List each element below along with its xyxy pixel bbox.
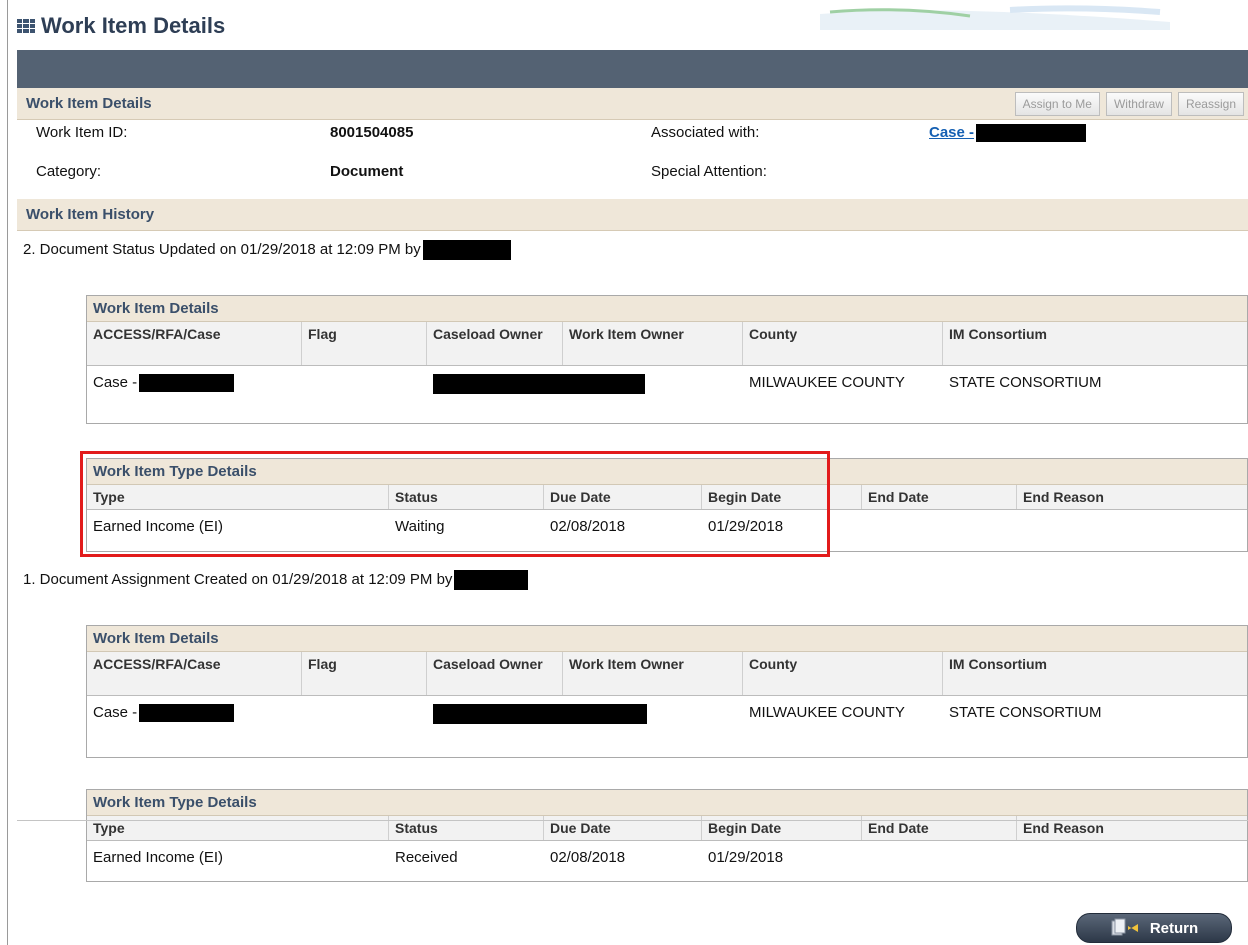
column-header: Flag — [302, 322, 427, 365]
consortium-cell: STATE CONSORTIUM — [949, 704, 1102, 721]
status-cell: Received — [395, 849, 458, 866]
end-date-cell — [862, 514, 1017, 539]
begin-date-cell: 01/29/2018 — [708, 849, 784, 866]
history-entry-line: 2. Document Status Updated on 01/29/2018… — [23, 240, 511, 260]
header-bar — [17, 50, 1248, 88]
return-button-label: Return — [1149, 919, 1199, 937]
table-header-row: ACCESS/RFA/Case Flag Caseload Owner Work… — [87, 652, 1247, 696]
type-cell: Earned Income (EI) — [93, 518, 224, 535]
column-header: ACCESS/RFA/Case — [87, 322, 302, 365]
consortium-cell: STATE CONSORTIUM — [949, 374, 1102, 391]
details-section-header: Work Item Details Assign to Me Withdraw … — [17, 88, 1248, 120]
content-divider — [17, 820, 1248, 821]
header-decoration — [820, 5, 1170, 30]
work-item-id-label: Work Item ID: — [36, 124, 128, 141]
table-title: Work Item Type Details — [87, 459, 1247, 485]
redacted-block — [433, 374, 645, 394]
work-item-type-details-table: Work Item Type Details Type Status Due D… — [86, 789, 1248, 882]
page-title: Work Item Details — [41, 13, 226, 38]
category-value: Document — [330, 163, 404, 180]
table-row: Earned Income (EI) Waiting 02/08/2018 01… — [87, 510, 1247, 539]
column-header: County — [743, 652, 943, 695]
redacted-block — [433, 704, 647, 724]
column-header: End Date — [862, 485, 1017, 509]
withdraw-button[interactable]: Withdraw — [1105, 92, 1172, 116]
column-header: County — [743, 322, 943, 365]
due-date-cell: 02/08/2018 — [550, 518, 626, 535]
column-header: Due Date — [544, 485, 702, 509]
redacted-block — [139, 374, 235, 393]
owner-cell — [427, 700, 743, 728]
reassign-button[interactable]: Reassign — [1177, 92, 1244, 116]
table-row: Earned Income (EI) Received 02/08/2018 0… — [87, 841, 1247, 870]
column-header: IM Consortium — [949, 326, 1047, 342]
column-header: ACCESS/RFA/Case — [87, 652, 302, 695]
associated-with-value[interactable]: Case - — [929, 124, 1087, 143]
history-section-title: Work Item History — [26, 206, 155, 223]
due-date-cell: 02/08/2018 — [550, 849, 626, 866]
column-header: Caseload Owner — [427, 652, 563, 695]
table-row: Case - MILWAUKEE COUNTY STATE CONSORTIUM — [87, 696, 1247, 728]
end-reason-cell — [1017, 514, 1247, 539]
owner-cell — [427, 370, 743, 398]
special-attention-label: Special Attention: — [651, 163, 767, 180]
work-item-type-details-table: Work Item Type Details Type Status Due D… — [86, 458, 1248, 552]
column-header: IM Consortium — [949, 656, 1047, 672]
column-header: Begin Date — [702, 485, 862, 509]
grid-icon — [17, 19, 35, 33]
column-header: Type — [87, 485, 389, 509]
history-entry-line: 1. Document Assignment Created on 01/29/… — [23, 570, 529, 590]
case-cell: Case - — [87, 370, 427, 398]
county-cell: MILWAUKEE COUNTY — [749, 374, 905, 391]
case-cell: Case - — [87, 700, 427, 728]
table-title: Work Item Details — [87, 296, 1247, 322]
status-cell: Waiting — [395, 518, 445, 535]
table-title: Work Item Details — [87, 626, 1247, 652]
return-arrow-icon — [1111, 918, 1138, 936]
work-item-id-value: 8001504085 — [330, 124, 414, 141]
table-row: Case - MILWAUKEE COUNTY STATE CONSORTIUM — [87, 366, 1247, 398]
return-button[interactable]: Return — [1076, 913, 1232, 943]
category-label: Category: — [36, 163, 102, 180]
table-header-row: ACCESS/RFA/Case Flag Caseload Owner Work… — [87, 322, 1247, 366]
assign-to-me-button[interactable]: Assign to Me — [1014, 92, 1100, 116]
redacted-block — [454, 570, 529, 590]
column-header: Status — [389, 485, 544, 509]
work-item-details-table: Work Item Details ACCESS/RFA/Case Flag C… — [86, 295, 1248, 424]
history-section-header: Work Item History — [17, 199, 1248, 231]
page-header: Work Item Details — [17, 8, 225, 44]
column-header: Work Item Owner — [563, 322, 743, 365]
redacted-block — [422, 240, 511, 260]
column-header: Caseload Owner — [427, 322, 563, 365]
associated-with-label: Associated with: — [651, 124, 760, 141]
type-cell: Earned Income (EI) — [93, 849, 224, 866]
table-title: Work Item Type Details — [87, 790, 1247, 816]
begin-date-cell: 01/29/2018 — [708, 518, 784, 535]
end-reason-cell — [1017, 845, 1247, 870]
table-header-row: Type Status Due Date Begin Date End Date… — [87, 485, 1247, 510]
redacted-block — [139, 704, 235, 723]
associated-case-link[interactable]: Case - — [929, 124, 974, 141]
column-header: End Reason — [1023, 489, 1104, 505]
end-date-cell — [862, 845, 1017, 870]
column-header: Flag — [302, 652, 427, 695]
details-section-title: Work Item Details — [26, 95, 152, 112]
redacted-block — [976, 124, 1087, 143]
column-header: Work Item Owner — [563, 652, 743, 695]
work-item-details-table: Work Item Details ACCESS/RFA/Case Flag C… — [86, 625, 1248, 758]
county-cell: MILWAUKEE COUNTY — [749, 704, 905, 721]
